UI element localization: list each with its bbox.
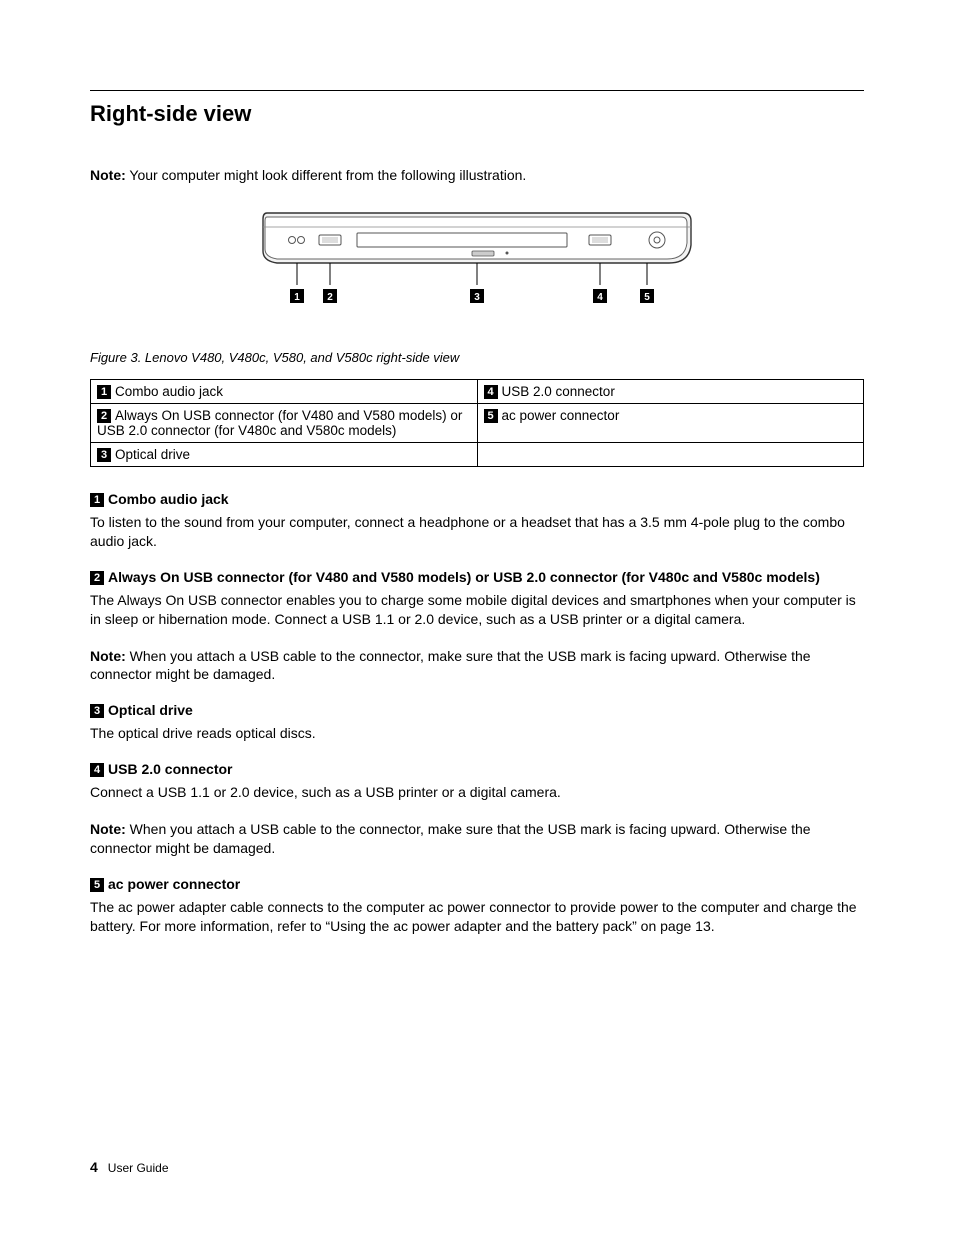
s2-title: Always On USB connector (for V480 and V5… — [108, 569, 820, 585]
badge-3: 3 — [97, 448, 111, 462]
s4-badge: 4 — [90, 763, 104, 777]
svg-text:5: 5 — [644, 292, 650, 303]
s3-body: The optical drive reads optical discs. — [90, 724, 864, 743]
s2-heading: 2 Always On USB connector (for V480 and V… — [90, 569, 864, 585]
s4-heading: 4 USB 2.0 connector — [90, 761, 864, 777]
s1-heading: 1 Combo audio jack — [90, 491, 864, 507]
s1-badge: 1 — [90, 493, 104, 507]
label-2: Always On USB connector (for V480 and V5… — [97, 408, 462, 438]
s4-note-text: When you attach a USB cable to the conne… — [90, 821, 811, 856]
section-title: Right-side view — [90, 101, 864, 127]
footer: 4 User Guide — [90, 1159, 169, 1175]
svg-text:3: 3 — [474, 292, 480, 303]
table-row: 1 Combo audio jack 4 USB 2.0 connector — [91, 380, 864, 404]
cell-5: 5 ac power connector — [477, 404, 864, 443]
right-side-illustration: 1 2 3 4 5 — [257, 207, 697, 317]
intro-note-prefix: Note: — [90, 167, 126, 183]
s5-body: The ac power adapter cable connects to t… — [90, 898, 864, 936]
label-1: Combo audio jack — [115, 384, 223, 399]
s2-note: Note: When you attach a USB cable to the… — [90, 647, 864, 685]
s3-title: Optical drive — [108, 702, 193, 718]
s2-note-text: When you attach a USB cable to the conne… — [90, 648, 811, 683]
figure-caption: Figure 3. Lenovo V480, V480c, V580, and … — [90, 350, 864, 365]
s4-note-prefix: Note: — [90, 821, 126, 837]
svg-text:4: 4 — [597, 292, 603, 303]
badge-2: 2 — [97, 409, 111, 423]
page-number: 4 — [90, 1159, 98, 1175]
top-rule — [90, 90, 864, 91]
cell-2: 2Always On USB connector (for V480 and V… — [91, 404, 478, 443]
label-4: USB 2.0 connector — [502, 384, 615, 399]
label-5: ac power connector — [502, 408, 620, 423]
cell-1: 1 Combo audio jack — [91, 380, 478, 404]
page: Right-side view Note: Your computer migh… — [0, 0, 954, 1235]
s1-body: To listen to the sound from your compute… — [90, 513, 864, 551]
figure: 1 2 3 4 5 — [90, 207, 864, 320]
table-row: 2Always On USB connector (for V480 and V… — [91, 404, 864, 443]
label-3: Optical drive — [115, 447, 190, 462]
s5-title: ac power connector — [108, 876, 240, 892]
badge-1: 1 — [97, 385, 111, 399]
intro-note-text: Your computer might look different from … — [129, 167, 526, 183]
s3-heading: 3 Optical drive — [90, 702, 864, 718]
s4-body: Connect a USB 1.1 or 2.0 device, such as… — [90, 783, 864, 802]
s2-note-prefix: Note: — [90, 648, 126, 664]
footer-text: User Guide — [108, 1161, 169, 1175]
table-row: 3 Optical drive — [91, 443, 864, 467]
badge-5: 5 — [484, 409, 498, 423]
s4-note: Note: When you attach a USB cable to the… — [90, 820, 864, 858]
cell-empty — [477, 443, 864, 467]
callout-table: 1 Combo audio jack 4 USB 2.0 connector 2Al… — [90, 379, 864, 467]
badge-4: 4 — [484, 385, 498, 399]
s5-badge: 5 — [90, 878, 104, 892]
s2-body: The Always On USB connector enables you … — [90, 591, 864, 629]
s1-title: Combo audio jack — [108, 491, 229, 507]
s3-badge: 3 — [90, 704, 104, 718]
cell-3: 3 Optical drive — [91, 443, 478, 467]
svg-text:1: 1 — [294, 292, 300, 303]
s5-heading: 5 ac power connector — [90, 876, 864, 892]
cell-4: 4 USB 2.0 connector — [477, 380, 864, 404]
svg-text:2: 2 — [327, 292, 333, 303]
s2-badge: 2 — [90, 571, 104, 585]
s4-title: USB 2.0 connector — [108, 761, 232, 777]
intro-note: Note: Your computer might look different… — [90, 167, 864, 183]
